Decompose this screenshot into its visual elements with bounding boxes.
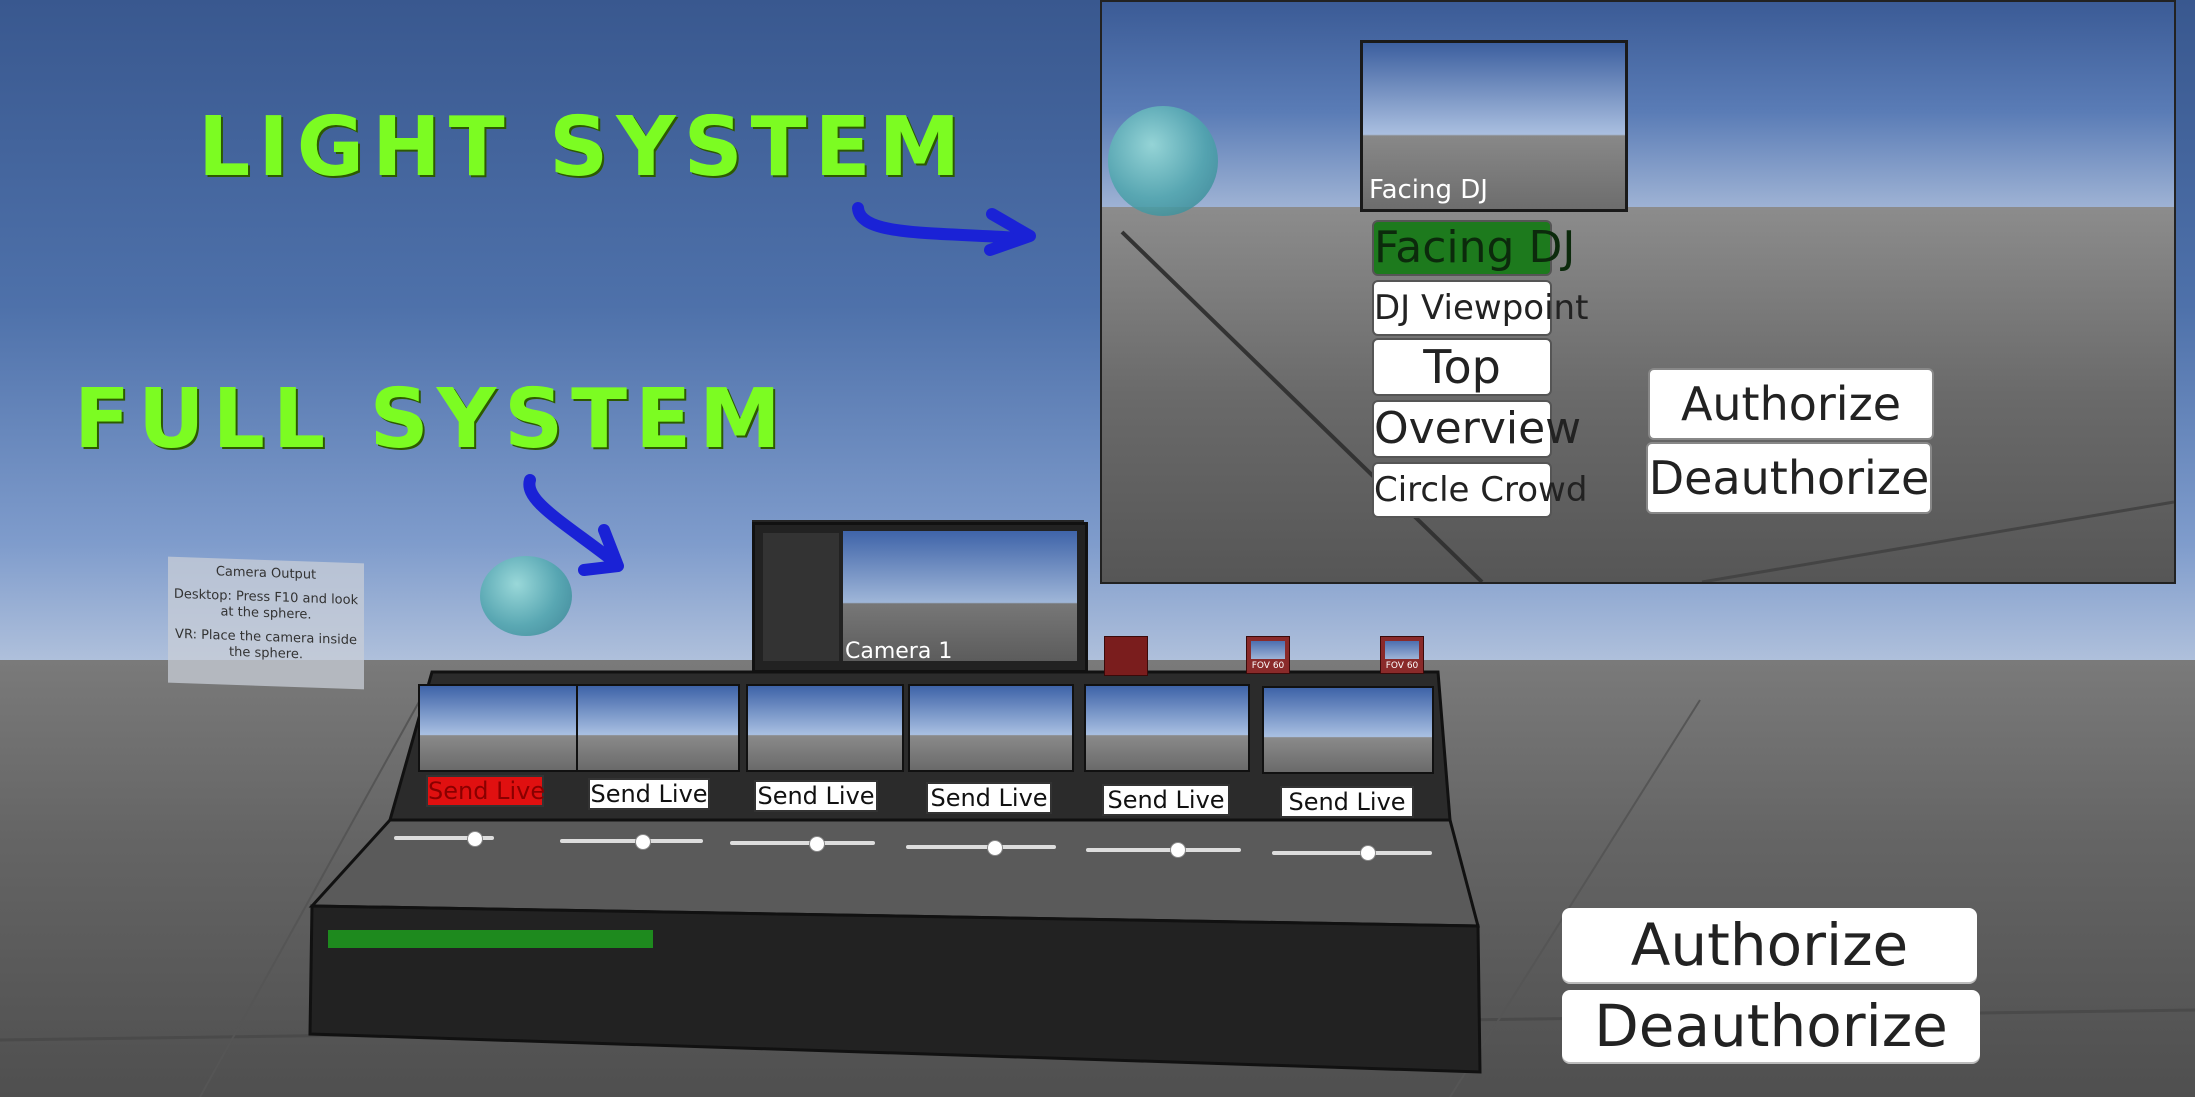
camera-button-dj-viewpoint[interactable]: DJ Viewpoint [1372, 280, 1588, 336]
light-system-inset: Facing DJ Facing DJ DJ Viewpoint Top Ove… [1100, 0, 2176, 584]
inset-deauthorize-button[interactable]: Deauthorize [1646, 442, 1932, 514]
inset-camera-preview: Facing DJ [1360, 40, 1628, 212]
camera-button-circle-crowd[interactable]: Circle Crowd [1372, 462, 1587, 518]
deauthorize-button[interactable]: Deauthorize [1562, 990, 1980, 1062]
vr-scene: Camera Output Desktop: Press F10 and loo… [0, 0, 2195, 1097]
inset-preview-label: Facing DJ [1369, 175, 1488, 205]
camera-button-facing-dj[interactable]: Facing DJ [1372, 220, 1575, 276]
authorize-button[interactable]: Authorize [1562, 908, 1977, 982]
arrow-to-full-system [523, 474, 618, 566]
inset-authorize-button[interactable]: Authorize [1648, 368, 1934, 440]
camera-button-overview[interactable]: Overview [1372, 400, 1581, 458]
inset-sphere[interactable] [1108, 106, 1218, 216]
camera-button-top[interactable]: Top [1372, 338, 1552, 396]
inset-floor-lines [1120, 230, 2174, 582]
